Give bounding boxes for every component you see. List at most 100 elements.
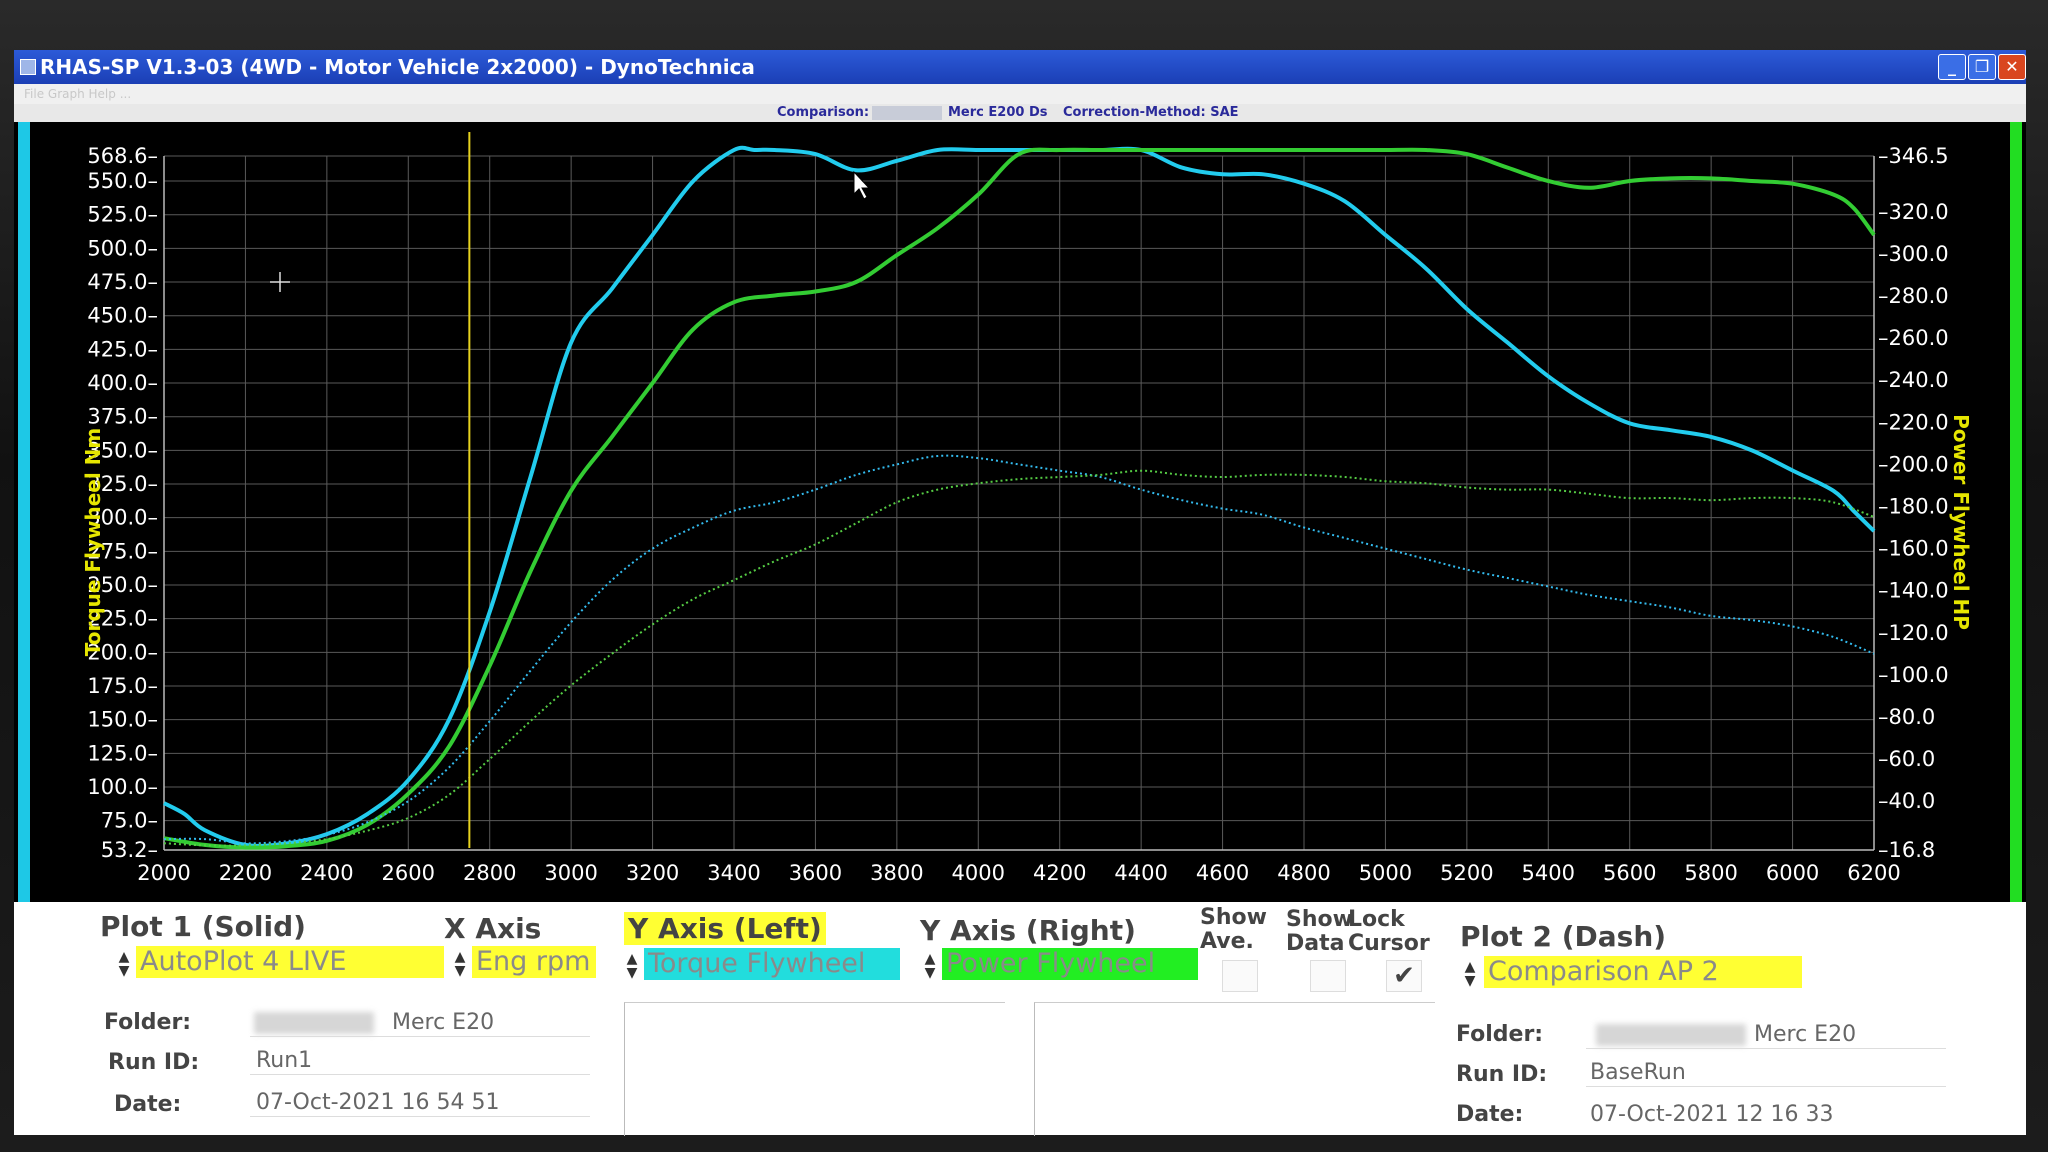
right-axis-color-bar bbox=[2010, 122, 2022, 902]
x-tick-label: 3800 bbox=[870, 861, 923, 885]
x-axis-spinner[interactable]: ▲ ▼ bbox=[452, 950, 468, 978]
x-tick-label: 2800 bbox=[463, 861, 516, 885]
y-axis-right-select[interactable]: Power Flywheel bbox=[942, 948, 1198, 980]
x-tick-label: 5600 bbox=[1603, 861, 1656, 885]
dyno-chart-area: 2000 2200 2400 2600 2800 3000 3200 3400 3600 3800… bbox=[14, 122, 2026, 902]
right-axis-title: Power Flywheel HP bbox=[1949, 414, 1973, 630]
right-tick-label: –346.5 bbox=[1878, 144, 1949, 168]
right-tick-label: –200.0 bbox=[1878, 452, 1949, 476]
right-tick-label: –220.0 bbox=[1878, 410, 1949, 434]
x-tick-label: 3400 bbox=[707, 861, 760, 885]
plot1-select[interactable]: AutoPlot 4 LIVE bbox=[136, 946, 444, 978]
plot-settings-panel: Plot 1 (Solid) ▲ ▼ AutoPlot 4 LIVE X Axi… bbox=[84, 902, 1974, 1136]
comparison-run-label: Merc E200 Ds bbox=[948, 105, 1048, 120]
x-tick-label: 4800 bbox=[1277, 861, 1330, 885]
plot1-title: Plot 1 (Solid) bbox=[100, 910, 306, 943]
x-tick-label: 4600 bbox=[1196, 861, 1249, 885]
x-tick-label: 4200 bbox=[1033, 861, 1086, 885]
x-tick-label: 2200 bbox=[219, 861, 272, 885]
close-button[interactable]: ✕ bbox=[1998, 54, 2026, 80]
show-data-label: Show Data bbox=[1286, 907, 1353, 956]
left-tick-label: 525.0– bbox=[87, 203, 158, 227]
right-tick-label: –300.0 bbox=[1878, 242, 1949, 266]
x-tick-label: 6200 bbox=[1847, 861, 1900, 885]
x-tick-label: 2000 bbox=[137, 861, 190, 885]
minimize-button[interactable]: _ bbox=[1938, 54, 1966, 80]
x-axis-title: X Axis bbox=[444, 912, 542, 945]
plot2-runid-label: Run ID: bbox=[1456, 1062, 1548, 1087]
plot2-date-label: Date: bbox=[1456, 1102, 1524, 1127]
right-tick-label: –320.0 bbox=[1878, 200, 1949, 224]
dyno-chart[interactable]: 2000 2200 2400 2600 2800 3000 3200 3400 3600 3800… bbox=[14, 122, 2026, 902]
comparison-label: Comparison: bbox=[777, 105, 870, 120]
y-axis-left-title: Y Axis (Left) bbox=[624, 912, 826, 945]
plot2-folder-label: Folder: bbox=[1456, 1022, 1544, 1047]
x-tick-label: 5400 bbox=[1522, 861, 1575, 885]
plot2-folder-field bbox=[1586, 1022, 1946, 1049]
x-tick-label: 4000 bbox=[952, 861, 1005, 885]
x-tick-label: 3000 bbox=[544, 861, 597, 885]
correction-method-label: Correction-Method: SAE bbox=[1063, 105, 1239, 120]
left-tick-label: 550.0– bbox=[87, 169, 158, 193]
show-ave-checkbox[interactable] bbox=[1222, 960, 1258, 992]
plot1-date-label: Date: bbox=[114, 1092, 182, 1117]
x-axis-select[interactable]: Eng rpm bbox=[472, 946, 596, 978]
left-tick-label: 150.0– bbox=[87, 708, 158, 732]
y-axis-left-spinner[interactable]: ▲ ▼ bbox=[624, 952, 640, 980]
series-line-4 bbox=[163, 469, 1875, 847]
right-tick-label: –16.8 bbox=[1878, 838, 1935, 862]
y-axis-left-select[interactable]: Torque Flywheel bbox=[644, 948, 900, 980]
right-tick-label: –80.0 bbox=[1878, 705, 1935, 729]
left-axis-title: Torque Flywheel Nm bbox=[81, 428, 105, 656]
comparison-info-bar: Comparison: Merc E200 Ds Correction-Meth… bbox=[14, 104, 2026, 122]
plot1-date-field bbox=[250, 1090, 590, 1117]
left-tick-label: 175.0– bbox=[87, 674, 158, 698]
x-tick-label: 4400 bbox=[1114, 861, 1167, 885]
y-axis-right-title: Y Axis (Right) bbox=[920, 914, 1136, 947]
right-tick-label: –160.0 bbox=[1878, 537, 1949, 561]
x-tick-label: 5000 bbox=[1359, 861, 1412, 885]
right-tick-label: –120.0 bbox=[1878, 621, 1949, 645]
show-ave-label: Show Ave. bbox=[1200, 905, 1267, 954]
x-tick-label: 2400 bbox=[300, 861, 353, 885]
y-axis-right-spinner[interactable]: ▲ ▼ bbox=[922, 952, 938, 980]
series-line-1 bbox=[163, 145, 1876, 848]
left-tick-label: 475.0– bbox=[87, 270, 158, 294]
right-tick-label: –100.0 bbox=[1878, 663, 1949, 687]
title-bar[interactable]: RHAS-SP V1.3-03 (4WD - Motor Vehicle 2x2… bbox=[14, 50, 2026, 84]
show-data-checkbox[interactable] bbox=[1310, 960, 1346, 992]
x-tick-label: 5200 bbox=[1440, 861, 1493, 885]
left-tick-label: 75.0– bbox=[101, 809, 158, 833]
left-tick-label: 100.0– bbox=[87, 775, 158, 799]
plot1-runid-field bbox=[250, 1048, 590, 1075]
left-tick-label: 425.0– bbox=[87, 337, 158, 361]
right-tick-label: –140.0 bbox=[1878, 579, 1949, 603]
plot1-folder-field bbox=[250, 1010, 590, 1037]
right-tick-label: –180.0 bbox=[1878, 494, 1949, 518]
plot1-spinner[interactable]: ▲ ▼ bbox=[116, 950, 132, 978]
notes-box-left bbox=[624, 1002, 1005, 1136]
menu-bar[interactable]: File Graph Help ... bbox=[14, 84, 2026, 104]
crosshair-icon bbox=[270, 272, 290, 292]
plot2-spinner[interactable]: ▲ ▼ bbox=[1462, 960, 1478, 988]
plot2-title: Plot 2 (Dash) bbox=[1460, 920, 1667, 953]
axis-ticks: 2000 2200 2400 2600 2800 3000 3200 3400 3600 3800… bbox=[87, 144, 1948, 885]
app-icon bbox=[20, 59, 36, 75]
comparison-blurred-value bbox=[872, 106, 942, 120]
plot2-select[interactable]: Comparison AP 2 bbox=[1484, 956, 1802, 988]
grid-lines bbox=[163, 155, 1875, 851]
mouse-pointer-icon bbox=[853, 170, 871, 200]
x-tick-label: 3600 bbox=[789, 861, 842, 885]
notes-box-right bbox=[1034, 1002, 1435, 1136]
left-tick-label: 125.0– bbox=[87, 741, 158, 765]
lock-cursor-checkbox[interactable]: ✔ bbox=[1386, 960, 1422, 992]
x-tick-label: 3200 bbox=[626, 861, 679, 885]
series-lines bbox=[163, 145, 1876, 850]
left-tick-label: 53.2– bbox=[101, 838, 158, 862]
restore-button[interactable]: ❐ bbox=[1968, 54, 1996, 80]
right-tick-label: –240.0 bbox=[1878, 368, 1949, 392]
app-window: RHAS-SP V1.3-03 (4WD - Motor Vehicle 2x2… bbox=[14, 50, 2026, 1136]
left-tick-label: 400.0– bbox=[87, 371, 158, 395]
lock-cursor-label: Lock Cursor bbox=[1348, 907, 1430, 956]
series-line-3 bbox=[163, 454, 1875, 845]
